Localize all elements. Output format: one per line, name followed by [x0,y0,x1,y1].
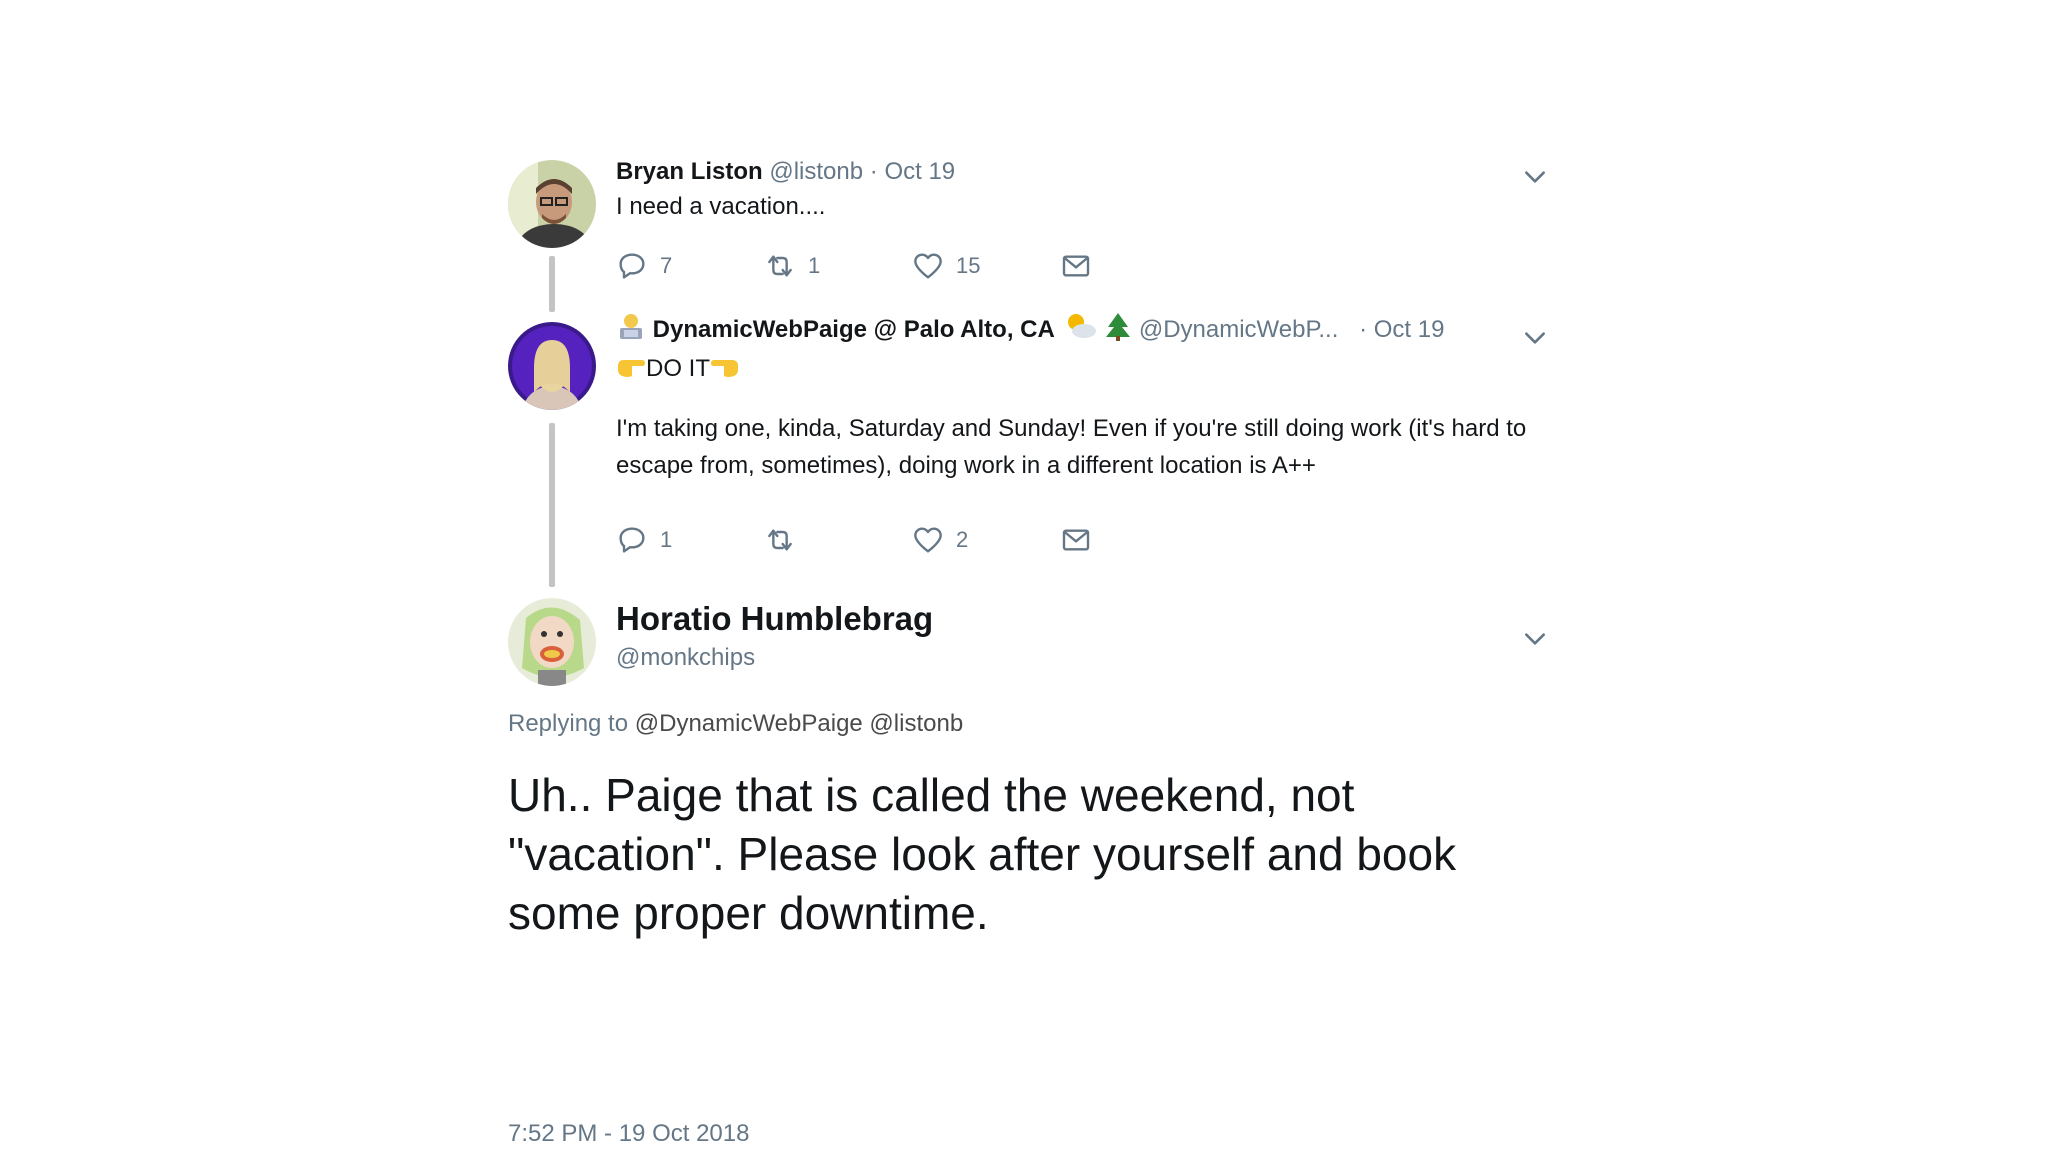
like-count: 15 [956,253,981,278]
retweet-icon [768,255,792,277]
tweet-content: Bryan Liston @listonb · Oct 19 I need a … [616,156,1548,225]
retweet-button[interactable]: 1 [764,250,912,282]
tweet-text: I need a vacation.... [616,193,826,220]
pointing-left-emoji-icon [710,354,740,391]
tweet-text-short: DO IT [646,355,710,382]
tweet-text: Uh.. Paige that is called the weekend, n… [508,769,1457,939]
tweet-text: I'm taking one, kinda, Saturday and Sund… [616,415,1527,479]
direct-message-button[interactable] [1060,250,1208,282]
heart-icon [914,253,942,279]
reply-count: 1 [660,527,673,552]
author-handle[interactable]: @listonb [769,158,863,185]
replying-to: Replying to @DynamicWebPaige @listonb [508,710,963,738]
sun-behind-cloud-emoji-icon [1062,311,1098,350]
tweet-bryan-liston[interactable]: Bryan Liston @listonb · Oct 19 I need a … [508,150,1548,312]
retweet-icon [768,529,792,551]
reply-button[interactable]: 1 [616,524,764,556]
chevron-down-icon[interactable] [1522,325,1548,351]
tweet-header: DynamicWebPaige @ Palo Alto, CA @Dynamic… [616,311,1548,350]
tweet-author: Horatio Humblebrag @monkchips [616,600,1548,672]
author-name[interactable]: Bryan Liston [616,158,763,185]
retweet-button[interactable] [764,524,912,556]
mail-icon [1062,255,1090,277]
avatar-dynamicwebpaige[interactable] [508,322,596,410]
replying-to-label: Replying to [508,710,629,737]
tweet-text-line: DO IT [616,350,1548,391]
tweet-content: DynamicWebPaige @ Palo Alto, CA @Dynamic… [616,311,1548,484]
heart-icon [914,527,942,553]
tweet-header: Bryan Liston @listonb · Oct 19 [616,156,1548,188]
reply-icon [619,527,645,553]
thread-connector [549,256,555,312]
tweet-timestamp[interactable]: 7:52 PM - 19 Oct 2018 [508,1120,749,1148]
chevron-down-icon[interactable] [1522,626,1548,652]
like-count: 2 [956,527,969,552]
technologist-emoji-icon [616,311,646,350]
pointing-right-emoji-icon [616,354,646,391]
author-name[interactable]: DynamicWebPaige @ Palo Alto, CA [653,316,1055,343]
retweet-count: 1 [808,253,821,278]
direct-message-button[interactable] [1060,524,1208,556]
like-button[interactable]: 2 [912,524,1060,556]
mail-icon [1062,529,1090,551]
tweet-date[interactable]: · Oct 19 [1359,316,1444,343]
avatar-horatio-humblebrag[interactable] [508,598,596,686]
tweet-actions: 1 2 [616,524,1208,556]
thread-connector [549,423,555,587]
tweet-horatio-humblebrag[interactable]: Horatio Humblebrag @monkchips Replying t… [508,598,1548,1158]
like-button[interactable]: 15 [912,250,1060,282]
avatar-bryan-liston[interactable] [508,160,596,248]
author-handle[interactable]: @DynamicWebP... [1139,316,1339,343]
evergreen-tree-emoji-icon [1104,311,1132,350]
replying-to-users[interactable]: @DynamicWebPaige @listonb [635,710,963,737]
reply-icon [619,253,645,279]
reply-button[interactable]: 7 [616,250,764,282]
author-handle[interactable]: @monkchips [616,644,1548,672]
chevron-down-icon[interactable] [1522,164,1548,190]
reply-count: 7 [660,253,673,278]
tweet-actions: 7 1 15 [616,250,1208,282]
tweet-date[interactable]: · Oct 19 [870,158,955,185]
author-name[interactable]: Horatio Humblebrag [616,600,1548,638]
